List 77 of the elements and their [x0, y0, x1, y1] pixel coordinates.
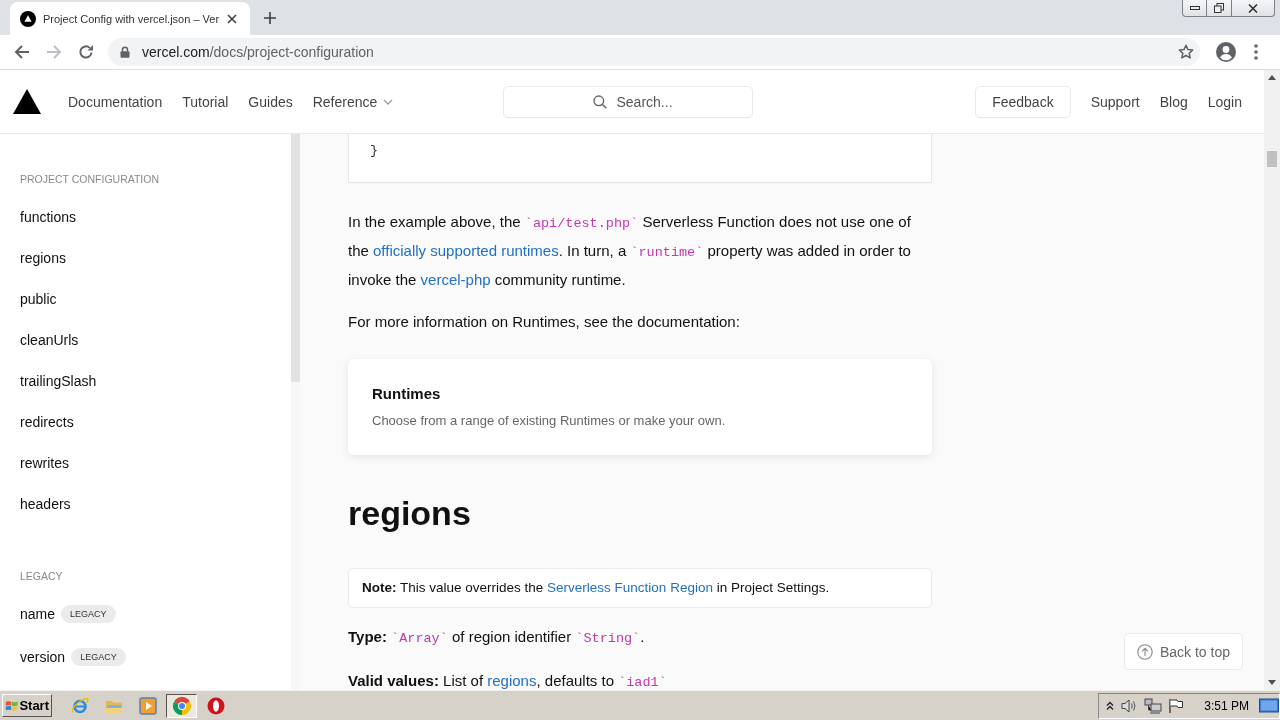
- search-field[interactable]: Search...: [502, 85, 753, 118]
- restore-button[interactable]: [1207, 0, 1232, 17]
- minimize-button[interactable]: [1182, 0, 1207, 17]
- card-title: Runtimes: [372, 384, 442, 404]
- nav-link[interactable]: Blog: [1159, 93, 1188, 110]
- link[interactable]: Serverless Function Region: [547, 580, 713, 595]
- close-button[interactable]: [1232, 0, 1275, 17]
- restore-icon: [1214, 3, 1224, 13]
- o-logo-icon: [206, 696, 225, 715]
- nav-link[interactable]: Guides: [248, 93, 293, 110]
- link-card[interactable]: Runtimes Choose from a range of existing Runtimes or make your own.: [348, 359, 932, 455]
- note-text: Note: This value overrides the Serverless Function Region in Project Settings.: [362, 579, 830, 597]
- lock-icon: [120, 46, 130, 58]
- nav-link[interactable]: Reference: [312, 93, 394, 110]
- paragraph: In the example above, the `api/test.php` Serverless Function does not use one of the officially supported runtimes. In turn, a `runtime` property was added in order to invoke the vercel-php community runtime.: [348, 212, 912, 290]
- chevron-up-icon[interactable]: [1106, 700, 1115, 711]
- minimize-icon: [1189, 6, 1200, 10]
- sidebar-link[interactable]: trailingSlash: [20, 360, 97, 401]
- sidebar-link[interactable]: regions: [20, 237, 66, 278]
- profile-icon[interactable]: [1216, 42, 1236, 62]
- label-badge: LEGACY: [61, 604, 116, 623]
- speaker-icon[interactable]: [1120, 697, 1139, 714]
- e-logo-icon: [70, 696, 89, 715]
- desktop-icon[interactable]: [1259, 697, 1279, 714]
- sidebar-link[interactable]: rewrites: [20, 442, 69, 483]
- sidebar-link[interactable]: cleanUrls: [20, 319, 79, 360]
- star-icon[interactable]: [1178, 44, 1194, 60]
- taskbar-button[interactable]: [166, 693, 197, 718]
- back-icon[interactable]: [14, 44, 30, 60]
- network-icon[interactable]: [1144, 697, 1163, 714]
- clock[interactable]: 3:51 PM: [1204, 698, 1249, 713]
- flag-icon[interactable]: [1168, 697, 1185, 714]
- sidebar-link[interactable]: redirects: [20, 401, 74, 442]
- section-heading: regions: [348, 493, 472, 533]
- feedback-button[interactable]: Feedback: [975, 85, 1071, 118]
- arrow-up-circle-icon: [1136, 643, 1153, 660]
- triangle-logo-icon: [20, 10, 36, 27]
- sidebar-link[interactable]: name LEGACY: [20, 592, 116, 635]
- scroll-up-icon[interactable]: [1268, 75, 1276, 80]
- sidebar-link[interactable]: public: [20, 278, 57, 319]
- nav-link[interactable]: Documentation: [68, 93, 163, 110]
- nav-link[interactable]: Login: [1207, 93, 1242, 110]
- start-button[interactable]: Start: [2, 694, 52, 717]
- chevron-down-icon: [383, 98, 394, 105]
- address-bar[interactable]: vercel.com/docs/project-configuration: [108, 38, 1200, 66]
- play-icon: [138, 696, 157, 715]
- scrollbar-thumb[interactable]: [1267, 151, 1277, 167]
- sidebar-link[interactable]: functions: [20, 196, 77, 237]
- back-to-top-button[interactable]: Back to top: [1123, 633, 1243, 670]
- browser-tab[interactable]: Project Config with vercel.json – Ver: [10, 2, 250, 35]
- link[interactable]: vercel-php: [420, 271, 491, 288]
- scrollbar-thumb[interactable]: [291, 134, 300, 382]
- label-badge: LEGACY: [71, 647, 126, 666]
- code-block: }: [348, 134, 932, 183]
- close-icon: [1248, 3, 1258, 13]
- search-icon: [592, 94, 607, 109]
- link[interactable]: regions: [487, 672, 537, 689]
- paragraph: For more information on Runtimes, see the documentation:: [348, 312, 741, 332]
- sidebar-link[interactable]: headers: [20, 483, 71, 524]
- triangle-logo-icon[interactable]: [13, 89, 41, 114]
- card-description: Choose from a range of existing Runtimes or make your own.: [372, 412, 727, 430]
- nav-link[interactable]: Tutorial: [182, 93, 229, 110]
- paragraph: Valid values: List of regions, defaults to `iad1`: [348, 671, 668, 690]
- close-icon[interactable]: [227, 13, 237, 24]
- scrollbar[interactable]: [1264, 70, 1280, 690]
- plus-icon[interactable]: [264, 12, 276, 24]
- nav-link[interactable]: Support: [1090, 93, 1140, 110]
- round-logo-icon: [172, 696, 191, 715]
- link[interactable]: officially supported runtimes: [373, 242, 559, 259]
- sidebar-heading: LEGACY: [19, 569, 63, 584]
- reload-icon[interactable]: [78, 44, 94, 60]
- sidebar-scrollbar[interactable]: [291, 134, 300, 690]
- menu-icon[interactable]: [1254, 44, 1258, 60]
- paragraph: Type: `Array` of region identifier `String`.: [348, 627, 646, 648]
- sidebar-heading: PROJECT CONFIGURATION: [19, 172, 160, 187]
- sidebar-link[interactable]: version LEGACY: [20, 635, 126, 678]
- scroll-down-icon[interactable]: [1268, 680, 1276, 685]
